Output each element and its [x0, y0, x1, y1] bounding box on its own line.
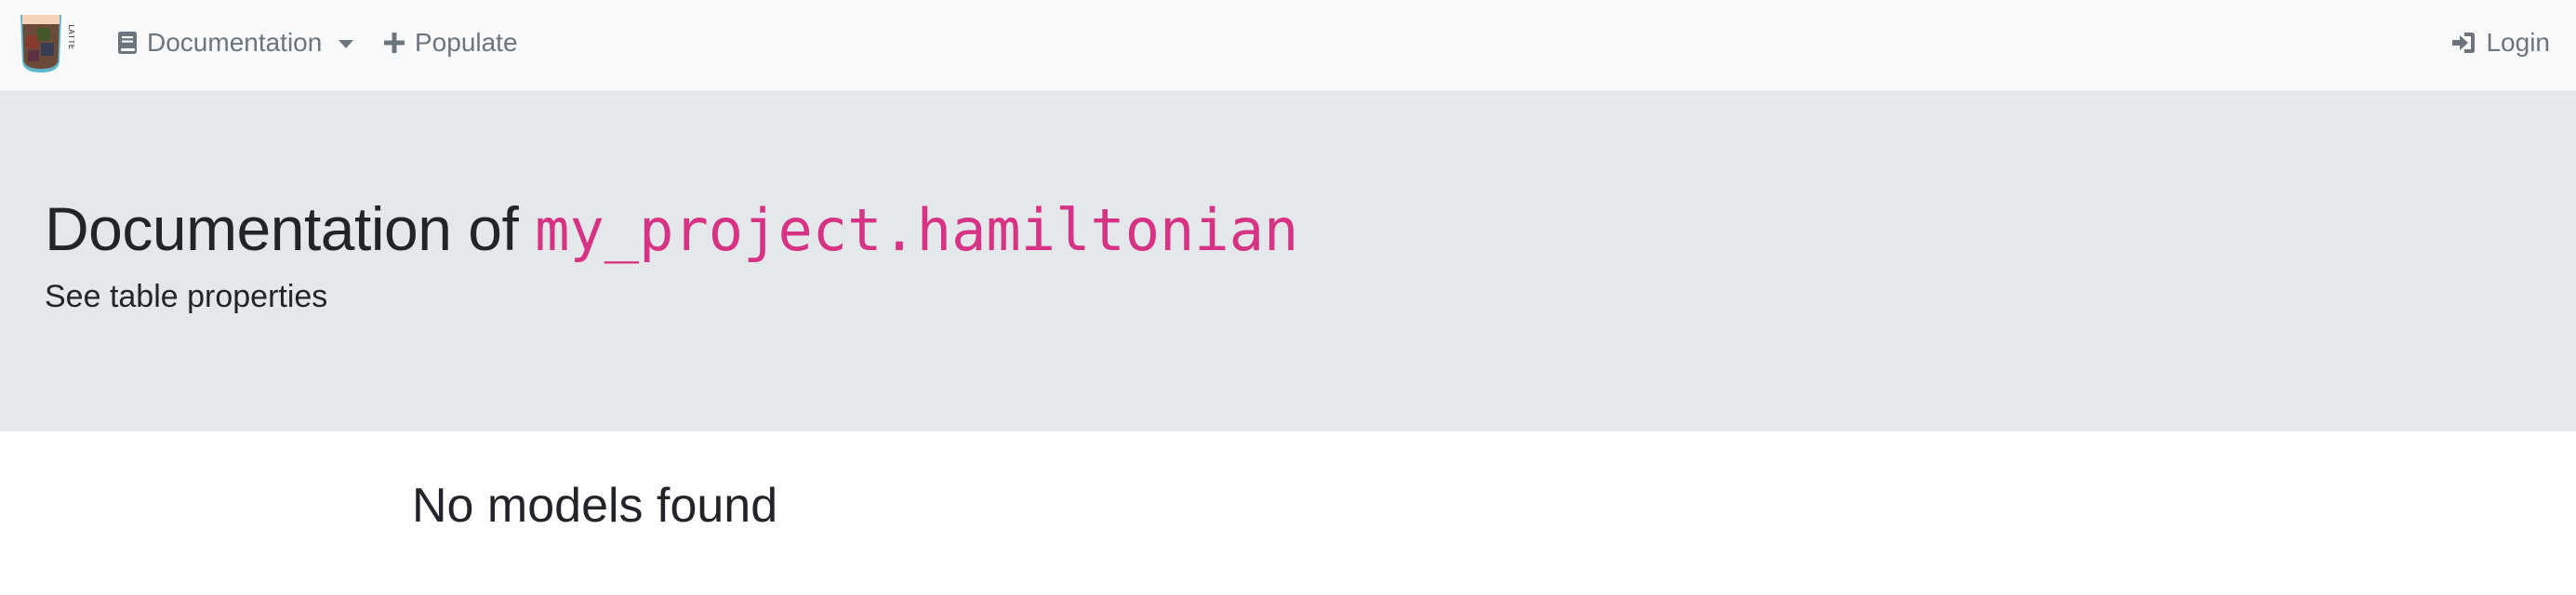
nav-populate[interactable]: Populate — [383, 0, 518, 86]
table-properties-link[interactable]: See table properties — [45, 279, 327, 315]
logo-text: LATTE — [66, 24, 74, 49]
page-title: Documentation of my_project.hamiltonian — [45, 193, 1298, 264]
book-icon — [117, 31, 138, 55]
plus-icon — [383, 32, 405, 54]
chevron-down-icon — [339, 39, 354, 48]
latte-cup-logo-icon: LATTE — [20, 15, 75, 73]
page-title-prefix: Documentation of — [45, 194, 519, 263]
login-label: Login — [2486, 28, 2550, 57]
nav-documentation-label: Documentation — [147, 28, 323, 57]
nav-documentation-dropdown[interactable]: Documentation — [117, 0, 354, 86]
navbar: LATTE Documentation Populate Login — [0, 0, 2576, 91]
logo[interactable]: LATTE — [17, 13, 75, 74]
no-models-heading: No models found — [412, 479, 778, 533]
login-link[interactable]: Login — [2450, 0, 2550, 86]
jumbotron-header: Documentation of my_project.hamiltonian … — [0, 91, 2576, 431]
sign-in-icon — [2450, 31, 2476, 55]
nav-populate-label: Populate — [415, 28, 518, 57]
table-name-code: my_project.hamiltonian — [535, 196, 1299, 264]
